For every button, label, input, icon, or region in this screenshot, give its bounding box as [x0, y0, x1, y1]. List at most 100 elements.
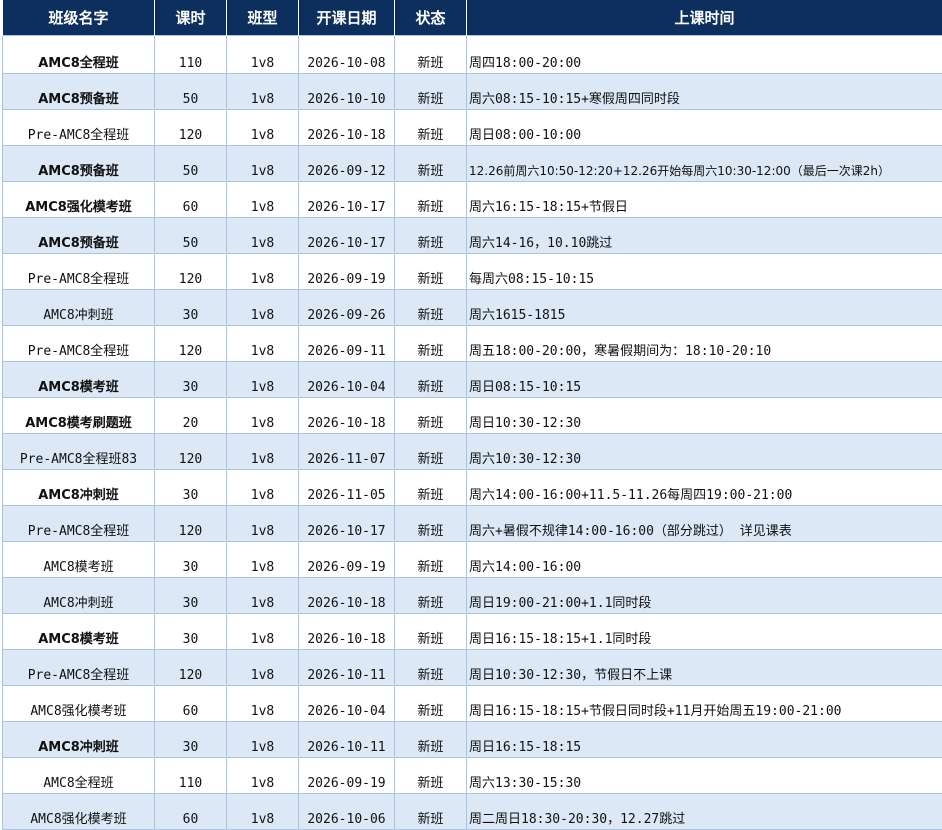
cell-status: 新班	[395, 542, 467, 578]
cell-class-time: 周六14:00-16:00+11.5-11.26每周四19:00-21:00	[467, 470, 942, 506]
cell-class-time: 周六14:00-16:00	[467, 542, 942, 578]
cell-class-type: 1v8	[227, 758, 299, 794]
cell-class-time: 周二周日18:30-20:30，12.27跳过	[467, 794, 942, 830]
table-row: Pre-AMC8全程班831201v82026-11-07新班周六10:30-1…	[3, 434, 942, 470]
cell-class-type: 1v8	[227, 722, 299, 758]
table-row: AMC8冲刺班301v82026-09-26新班周六1615-1815	[3, 290, 942, 326]
cell-class-time: 周日19:00-21:00+1.1同时段	[467, 578, 942, 614]
cell-class-name: AMC8模考班	[3, 542, 155, 578]
table-row: AMC8冲刺班301v82026-10-11新班周日16:15-18:15	[3, 722, 942, 758]
cell-class-time: 周六1615-1815	[467, 290, 942, 326]
cell-class-name: AMC8强化模考班	[3, 794, 155, 830]
cell-class-type: 1v8	[227, 182, 299, 218]
header-hours: 课时	[155, 0, 227, 36]
cell-class-time: 周日10:30-12:30	[467, 398, 942, 434]
table-row: AMC8强化模考班601v82026-10-17新班周六16:15-18:15+…	[3, 182, 942, 218]
cell-class-type: 1v8	[227, 398, 299, 434]
cell-hours: 120	[155, 506, 227, 542]
cell-start-date: 2026-10-11	[299, 650, 395, 686]
cell-status: 新班	[395, 182, 467, 218]
cell-class-type: 1v8	[227, 74, 299, 110]
cell-status: 新班	[395, 326, 467, 362]
cell-status: 新班	[395, 686, 467, 722]
table-row: AMC8冲刺班301v82026-10-18新班周日19:00-21:00+1.…	[3, 578, 942, 614]
cell-class-time: 周日16:15-18:15+节假日同时段+11月开始周五19:00-21:00	[467, 686, 942, 722]
cell-hours: 50	[155, 74, 227, 110]
cell-class-time: 周日16:15-18:15	[467, 722, 942, 758]
cell-start-date: 2026-10-04	[299, 686, 395, 722]
cell-start-date: 2026-11-07	[299, 434, 395, 470]
cell-class-type: 1v8	[227, 110, 299, 146]
cell-class-name: AMC8强化模考班	[3, 182, 155, 218]
cell-status: 新班	[395, 254, 467, 290]
cell-hours: 50	[155, 218, 227, 254]
table-header: 班级名字 课时 班型 开课日期 状态 上课时间	[3, 0, 942, 36]
cell-class-name: AMC8预备班	[3, 74, 155, 110]
table-row: AMC8全程班1101v82026-10-08新班周四18:00-20:00	[3, 36, 942, 74]
cell-class-name: AMC8模考班	[3, 614, 155, 650]
cell-class-type: 1v8	[227, 290, 299, 326]
header-start-date: 开课日期	[299, 0, 395, 36]
table-row: AMC8冲刺班301v82026-11-05新班周六14:00-16:00+11…	[3, 470, 942, 506]
cell-status: 新班	[395, 36, 467, 74]
cell-start-date: 2026-10-18	[299, 578, 395, 614]
cell-class-name: AMC8模考刷题班	[3, 398, 155, 434]
header-row: 班级名字 课时 班型 开课日期 状态 上课时间	[3, 0, 942, 36]
cell-class-name: AMC8冲刺班	[3, 578, 155, 614]
cell-hours: 30	[155, 722, 227, 758]
cell-status: 新班	[395, 218, 467, 254]
cell-class-name: AMC8强化模考班	[3, 686, 155, 722]
header-class-name: 班级名字	[3, 0, 155, 36]
cell-class-time: 12.26前周六10:50-12:20+12.26开始每周六10:30-12:0…	[467, 146, 942, 182]
cell-class-name: Pre-AMC8全程班	[3, 506, 155, 542]
cell-start-date: 2026-10-18	[299, 614, 395, 650]
cell-start-date: 2026-11-05	[299, 470, 395, 506]
cell-class-time: 周日08:00-10:00	[467, 110, 942, 146]
cell-start-date: 2026-10-08	[299, 36, 395, 74]
cell-status: 新班	[395, 578, 467, 614]
cell-status: 新班	[395, 722, 467, 758]
cell-hours: 30	[155, 578, 227, 614]
cell-status: 新班	[395, 146, 467, 182]
cell-hours: 110	[155, 758, 227, 794]
cell-class-time: 周六14-16，10.10跳过	[467, 218, 942, 254]
header-status: 状态	[395, 0, 467, 36]
cell-class-name: AMC8预备班	[3, 218, 155, 254]
cell-start-date: 2026-10-18	[299, 110, 395, 146]
cell-class-time: 周日08:15-10:15	[467, 362, 942, 398]
table-row: AMC8强化模考班601v82026-10-04新班周日16:15-18:15+…	[3, 686, 942, 722]
cell-start-date: 2026-10-17	[299, 182, 395, 218]
cell-status: 新班	[395, 506, 467, 542]
cell-class-time: 周五18:00-20:00，寒暑假期间为：18:10-20:10	[467, 326, 942, 362]
cell-start-date: 2026-09-19	[299, 542, 395, 578]
cell-class-name: AMC8全程班	[3, 36, 155, 74]
table-row: AMC8预备班501v82026-09-12新班12.26前周六10:50-12…	[3, 146, 942, 182]
cell-class-type: 1v8	[227, 218, 299, 254]
table-row: AMC8预备班501v82026-10-17新班周六14-16，10.10跳过	[3, 218, 942, 254]
cell-class-type: 1v8	[227, 362, 299, 398]
cell-class-type: 1v8	[227, 686, 299, 722]
cell-status: 新班	[395, 290, 467, 326]
cell-class-type: 1v8	[227, 146, 299, 182]
cell-start-date: 2026-09-19	[299, 758, 395, 794]
cell-class-type: 1v8	[227, 470, 299, 506]
cell-status: 新班	[395, 398, 467, 434]
cell-class-time: 周日10:30-12:30，节假日不上课	[467, 650, 942, 686]
cell-class-name: AMC8预备班	[3, 146, 155, 182]
table-body: AMC8全程班1101v82026-10-08新班周四18:00-20:00AM…	[3, 36, 942, 830]
cell-class-type: 1v8	[227, 794, 299, 830]
cell-start-date: 2026-10-11	[299, 722, 395, 758]
cell-hours: 120	[155, 434, 227, 470]
table-row: Pre-AMC8全程班1201v82026-09-11新班周五18:00-20:…	[3, 326, 942, 362]
cell-class-name: AMC8冲刺班	[3, 722, 155, 758]
cell-class-name: Pre-AMC8全程班	[3, 110, 155, 146]
cell-hours: 120	[155, 254, 227, 290]
cell-start-date: 2026-10-04	[299, 362, 395, 398]
cell-status: 新班	[395, 110, 467, 146]
table-row: AMC8模考班301v82026-09-19新班周六14:00-16:00	[3, 542, 942, 578]
header-class-type: 班型	[227, 0, 299, 36]
cell-hours: 30	[155, 542, 227, 578]
cell-class-type: 1v8	[227, 650, 299, 686]
cell-class-time: 周四18:00-20:00	[467, 36, 942, 74]
cell-class-type: 1v8	[227, 254, 299, 290]
